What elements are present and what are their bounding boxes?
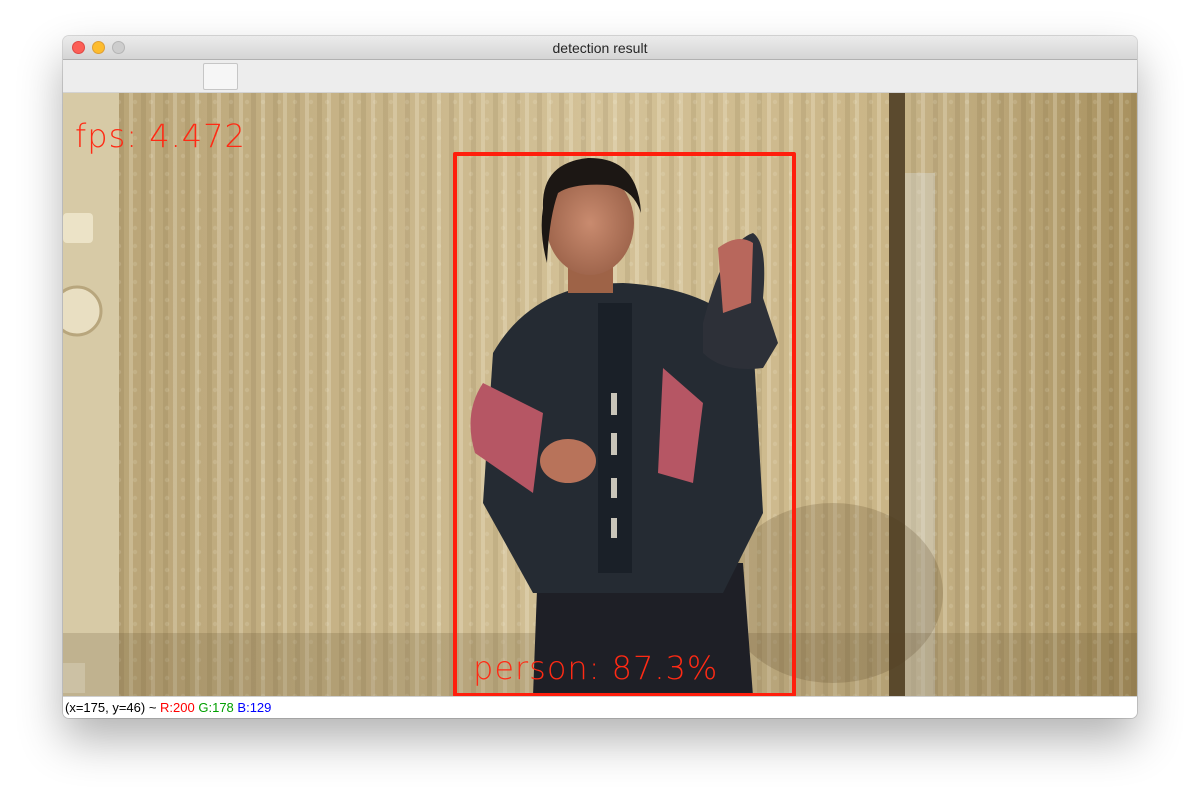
pixel-blue-value: B:129 bbox=[237, 700, 272, 715]
cursor-coordinates: (x=175, y=46) ~ bbox=[65, 700, 157, 715]
toolbar-button[interactable] bbox=[203, 63, 238, 90]
detection-window: detection result fps: 4.472 person: 87.3… bbox=[63, 36, 1137, 718]
fps-readout: fps: 4.472 bbox=[75, 117, 246, 155]
toolbar bbox=[63, 60, 1137, 93]
title-bar[interactable]: detection result bbox=[63, 36, 1137, 60]
pixel-red-value: R:200 bbox=[160, 700, 195, 715]
image-viewport[interactable]: fps: 4.472 person: 87.3% bbox=[63, 93, 1137, 696]
status-bar: (x=175, y=46) ~ R:200 G:178 B:129 bbox=[63, 696, 1137, 718]
detection-bounding-box bbox=[453, 152, 796, 696]
detection-label: person: 87.3% bbox=[473, 649, 719, 687]
pixel-green-value: G:178 bbox=[198, 700, 234, 715]
window-title: detection result bbox=[552, 40, 648, 56]
